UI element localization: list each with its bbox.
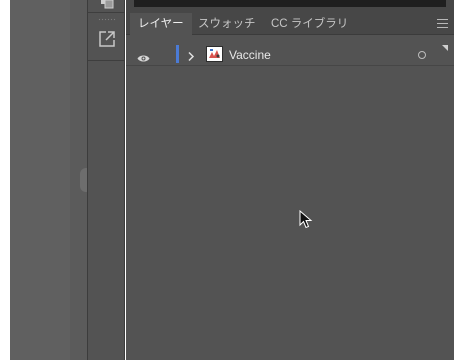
- canvas-area[interactable]: [10, 0, 92, 360]
- chevron-right-icon[interactable]: [186, 49, 196, 62]
- arrange-icon[interactable]: [97, 0, 117, 12]
- panel-top-edge: [134, 0, 446, 7]
- tool-divider: [88, 12, 124, 13]
- layer-row[interactable]: Vaccine: [126, 44, 454, 66]
- app-window: レイヤー スウォッチ CC ライブラリ Vaccine: [0, 0, 454, 360]
- export-icon[interactable]: [97, 29, 117, 49]
- panel-tabbar: レイヤー スウォッチ CC ライブラリ: [126, 13, 454, 35]
- target-circle-icon[interactable]: [418, 51, 426, 59]
- tab-cc-libraries[interactable]: CC ライブラリ: [271, 13, 348, 35]
- tab-layers[interactable]: レイヤー: [130, 13, 192, 35]
- layers-panel: レイヤー スウォッチ CC ライブラリ Vaccine: [126, 0, 454, 360]
- tool-column: [87, 0, 125, 360]
- tool-divider: [88, 60, 124, 61]
- eye-icon[interactable]: [137, 50, 150, 62]
- grip-handle[interactable]: [98, 18, 116, 21]
- tab-swatches[interactable]: スウォッチ: [198, 13, 256, 35]
- layer-color-indicator: [176, 45, 179, 63]
- panel-header-strip: [126, 0, 454, 13]
- layer-name[interactable]: Vaccine: [229, 44, 271, 66]
- canvas-background: [10, 0, 70, 360]
- hamburger-menu-icon[interactable]: [437, 19, 448, 28]
- selection-indicator: [442, 45, 448, 51]
- layer-thumbnail: [206, 46, 223, 62]
- mouse-pointer-icon: [299, 209, 313, 230]
